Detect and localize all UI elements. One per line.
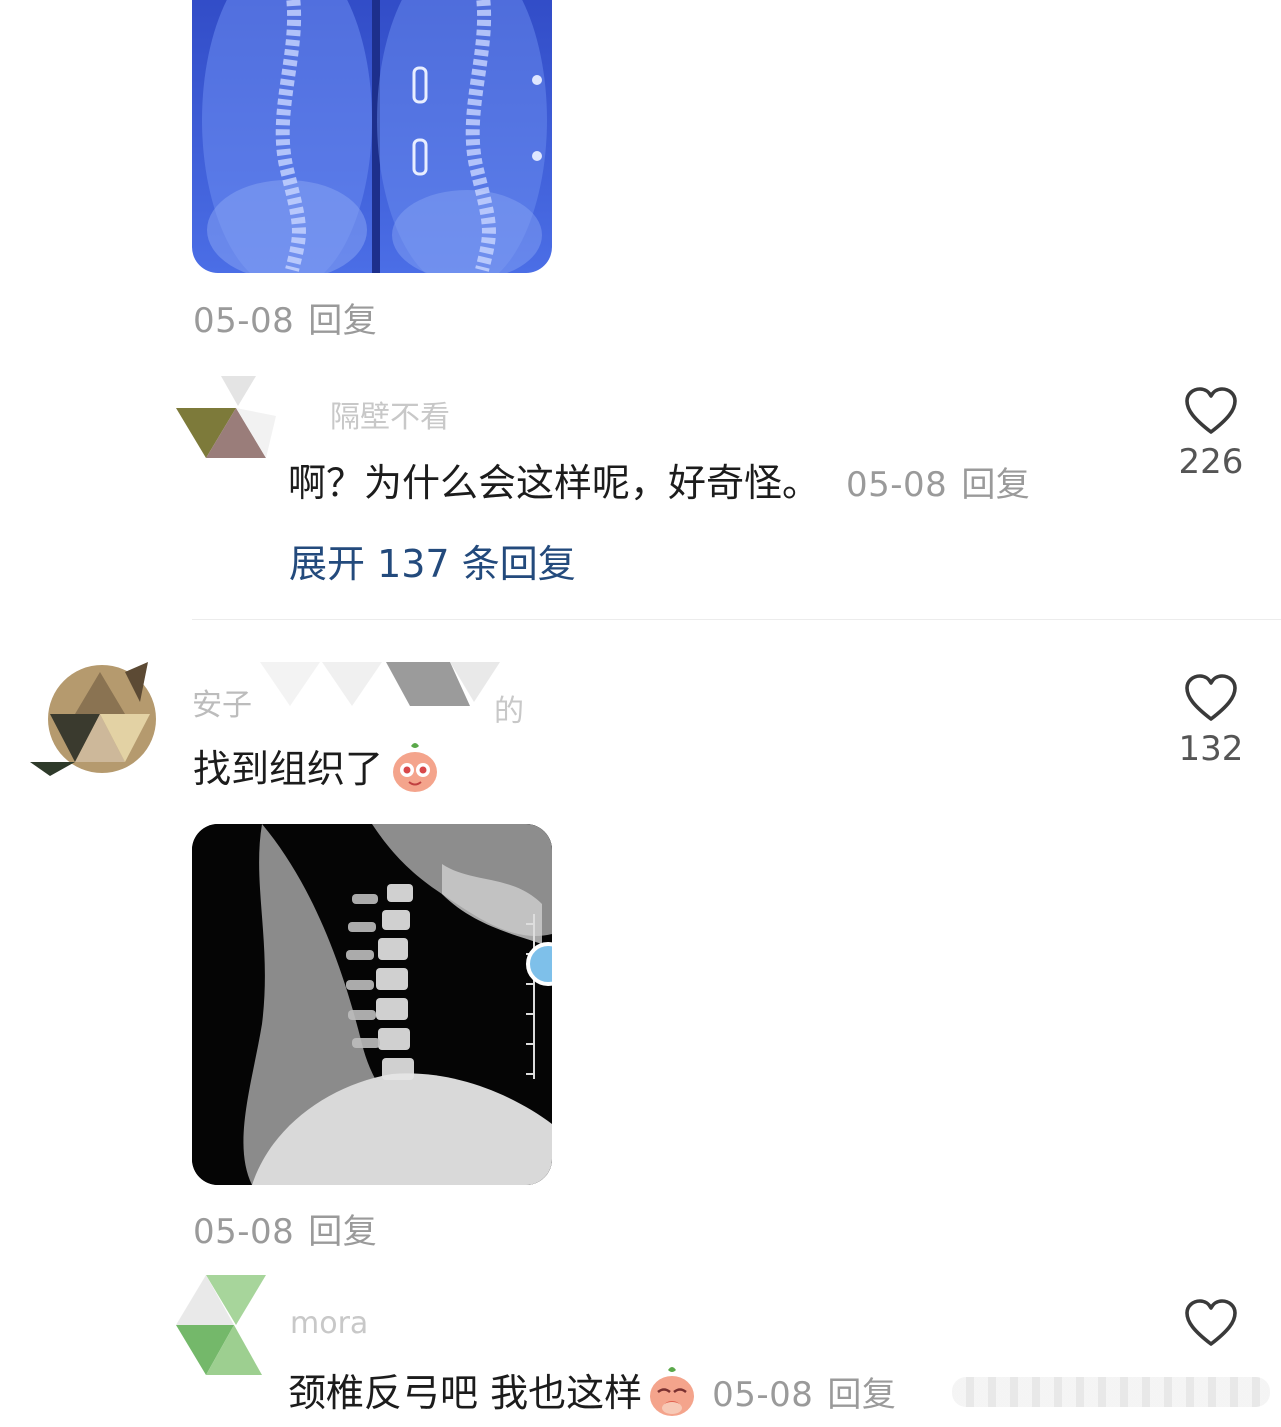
username-text: 安子 [192, 688, 252, 723]
neck-xray-image[interactable] [192, 824, 552, 1185]
reply-text: 啊？为什么会这样呢，好奇怪。 05-08 回复 [288, 452, 1030, 507]
avatar[interactable] [176, 1275, 276, 1385]
username[interactable]: 安子 [192, 680, 252, 724]
avatar[interactable] [30, 662, 156, 776]
reply-text: 颈椎反弓吧 我也这样 05-08 回复 [288, 1362, 896, 1427]
blurred-strip [952, 1377, 1270, 1407]
reply-date: 05-08 [846, 465, 948, 505]
comment-text: 找到组织了 [193, 738, 441, 803]
expand-replies-link[interactable]: 展开 137 条回复 [289, 533, 576, 588]
comment-meta: 05-08 回复 [193, 1204, 377, 1253]
reply-content: 啊？为什么会这样呢，好奇怪。 [288, 461, 821, 505]
like-count: 226 [1178, 442, 1244, 482]
comment-content: 找到组织了 [193, 747, 384, 791]
reply-date: 05-08 [712, 1375, 814, 1415]
like-button[interactable] [1166, 1298, 1256, 1348]
reply-button[interactable]: 回复 [961, 465, 1030, 505]
reply-button[interactable]: 回复 [308, 301, 377, 341]
avatar[interactable] [176, 376, 276, 466]
heart-outline-icon [1185, 387, 1237, 434]
comment-date: 05-08 [193, 1212, 295, 1252]
username[interactable]: mora [290, 1306, 368, 1341]
like-count: 132 [1178, 729, 1244, 769]
spine-xray-image[interactable] [192, 0, 552, 273]
comment-divider [192, 619, 1281, 620]
like-button[interactable]: 226 [1166, 386, 1256, 482]
reply-content: 颈椎反弓吧 我也这样 [288, 1371, 643, 1415]
reply-button[interactable]: 回复 [308, 1212, 377, 1252]
reply-button[interactable]: 回复 [827, 1375, 896, 1415]
heart-outline-icon [1185, 1299, 1237, 1346]
heart-outline-icon [1185, 674, 1237, 721]
shy-emoji-icon [646, 1364, 698, 1427]
comment-meta: 05-08 回复 [193, 293, 377, 342]
like-button[interactable]: 132 [1166, 673, 1256, 769]
blush-emoji-icon [389, 740, 441, 803]
username-suffix: 的 [494, 694, 524, 729]
username[interactable]: 隔壁不看 [330, 392, 450, 436]
comment-date: 05-08 [193, 301, 295, 341]
